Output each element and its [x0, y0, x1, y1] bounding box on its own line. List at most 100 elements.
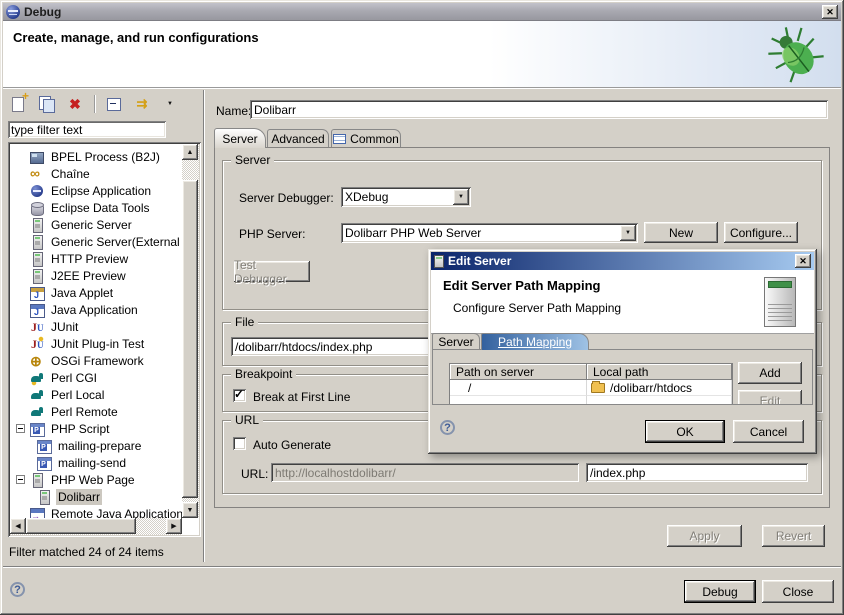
- tree-item-eclipse-data-tools[interactable]: Eclipse Data Tools: [10, 199, 182, 216]
- edit-server-dialog: Edit Server ✕ Edit Server Path Mapping C…: [428, 249, 817, 454]
- column-path-on-server[interactable]: Path on server: [450, 364, 587, 380]
- dialog-button-bar: ? OK Cancel: [431, 405, 814, 451]
- eclipse-logo-icon: [6, 5, 20, 19]
- configure-server-button[interactable]: Configure...: [724, 222, 798, 243]
- new-configuration-icon[interactable]: [8, 93, 30, 115]
- tree-vertical-scrollbar[interactable]: ▲ ▼: [182, 144, 199, 518]
- window-title: Debug: [24, 5, 61, 19]
- tree-item-j2ee-preview[interactable]: J2EE Preview: [10, 267, 182, 284]
- collapse-all-icon[interactable]: [103, 93, 125, 115]
- column-local-path[interactable]: Local path: [587, 364, 732, 380]
- scroll-right-icon[interactable]: ▶: [166, 518, 182, 534]
- dialog-close-button[interactable]: ✕: [795, 254, 811, 268]
- tree-item-generic-server-external[interactable]: Generic Server(External La: [10, 233, 182, 250]
- tree-item-perl-cgi[interactable]: Perl CGI: [10, 369, 182, 386]
- java-application-icon: [29, 302, 45, 318]
- server-debugger-combo[interactable]: XDebug ▼: [341, 187, 471, 207]
- table-row[interactable]: / /dolibarr/htdocs: [450, 380, 732, 396]
- tree-item-php-web-page[interactable]: PHP Web Page: [10, 471, 182, 488]
- header-banner: Create, manage, and run configurations: [3, 21, 841, 88]
- tree-item-http-preview[interactable]: HTTP Preview: [10, 250, 182, 267]
- tree-item-perl-local[interactable]: Perl Local: [10, 386, 182, 403]
- osgi-target-icon: [29, 353, 45, 369]
- name-label: Name:: [216, 104, 251, 118]
- edit-mapping-button[interactable]: Edit: [738, 390, 802, 405]
- auto-generate-label: Auto Generate: [253, 438, 331, 452]
- java-applet-icon: [29, 285, 45, 301]
- junit-plugin-icon: [29, 336, 45, 352]
- name-input[interactable]: [250, 100, 828, 119]
- scroll-up-icon[interactable]: ▲: [182, 144, 198, 160]
- dialog-titlebar[interactable]: Edit Server ✕: [431, 252, 814, 270]
- path-mapping-table: Path on server Local path / /dolibarr/ht…: [449, 363, 733, 405]
- tree-item-eclipse-application[interactable]: Eclipse Application: [10, 182, 182, 199]
- combo-dropdown-icon[interactable]: ▼: [620, 225, 636, 241]
- eclipse-sphere-icon: [29, 183, 45, 199]
- tree-item-php-script[interactable]: PHP Script: [10, 420, 182, 437]
- tree-horizontal-scrollbar[interactable]: ◀ ▶: [10, 518, 182, 535]
- horizontal-scroll-thumb[interactable]: [26, 518, 136, 534]
- tree-item-mailing-prepare[interactable]: mailing-prepare: [10, 437, 182, 454]
- server-icon: [29, 234, 45, 250]
- tree-item-junit[interactable]: JUnit: [10, 318, 182, 335]
- tree-item-generic-server[interactable]: Generic Server: [10, 216, 182, 233]
- scroll-left-icon[interactable]: ◀: [10, 518, 26, 534]
- add-mapping-button[interactable]: Add: [738, 362, 802, 384]
- dialog-tab-server[interactable]: Server: [432, 333, 480, 350]
- tree-item-remote-java-application[interactable]: Remote Java Application: [10, 505, 182, 518]
- test-debugger-button[interactable]: Test Debugger: [234, 261, 310, 282]
- tree-item-osgi-framework[interactable]: OSGi Framework: [10, 352, 182, 369]
- footer-separator: [3, 566, 841, 568]
- tree-item-mailing-send[interactable]: mailing-send: [10, 454, 182, 471]
- php-server-combo[interactable]: Dolibarr PHP Web Server ▼: [341, 223, 638, 243]
- tree-item-bpel-process[interactable]: BPEL Process (B2J): [10, 148, 182, 165]
- filter-input[interactable]: [8, 121, 166, 138]
- debug-configurations-window: Debug ✕ Create, manage, and run configur…: [0, 0, 844, 615]
- filter-status-text: Filter matched 24 of 24 items: [9, 545, 164, 559]
- tree-item-perl-remote[interactable]: Perl Remote: [10, 403, 182, 420]
- bpel-icon: [29, 149, 45, 165]
- collapse-expander-icon[interactable]: [16, 424, 25, 433]
- dialog-help-icon[interactable]: ?: [440, 420, 455, 435]
- tree-item-chaine[interactable]: Chaîne: [10, 165, 182, 182]
- tab-common[interactable]: Common: [331, 129, 401, 148]
- tab-advanced[interactable]: Advanced: [267, 129, 329, 148]
- common-tab-icon: [333, 134, 346, 144]
- apply-button[interactable]: Apply: [667, 525, 742, 547]
- combo-dropdown-icon[interactable]: ▼: [453, 189, 469, 205]
- auto-generate-checkbox[interactable]: [233, 437, 246, 450]
- tree-item-junit-plugin-test[interactable]: JUnit Plug-in Test: [10, 335, 182, 352]
- close-button[interactable]: Close: [762, 580, 834, 603]
- remote-java-icon: [29, 506, 45, 519]
- debug-button[interactable]: Debug: [684, 580, 756, 603]
- perl-camel-icon: [29, 404, 45, 420]
- dialog-tab-path-mapping[interactable]: Path Mapping: [481, 333, 589, 350]
- help-icon[interactable]: ?: [10, 582, 25, 597]
- break-first-line-checkbox[interactable]: [233, 389, 246, 402]
- tree-item-java-applet[interactable]: Java Applet: [10, 284, 182, 301]
- new-server-button[interactable]: New: [644, 222, 718, 243]
- php-server-label: PHP Server:: [239, 227, 305, 241]
- delete-configuration-icon[interactable]: ✖: [64, 93, 86, 115]
- tree-item-dolibarr[interactable]: Dolibarr: [10, 488, 182, 505]
- chain-icon: [29, 166, 45, 182]
- revert-button[interactable]: Revert: [762, 525, 825, 547]
- table-row-empty[interactable]: [450, 396, 732, 405]
- tab-server[interactable]: Server: [214, 128, 266, 148]
- url-path-input[interactable]: [586, 463, 808, 482]
- dialog-subheading: Configure Server Path Mapping: [453, 301, 621, 315]
- duplicate-configuration-icon[interactable]: [36, 93, 58, 115]
- vertical-scroll-thumb[interactable]: [182, 180, 198, 498]
- server-group-title: Server: [231, 153, 274, 167]
- dialog-header: Edit Server Path Mapping Configure Serve…: [431, 270, 814, 334]
- tree-item-java-application[interactable]: Java Application: [10, 301, 182, 318]
- collapse-expander-icon[interactable]: [16, 475, 25, 484]
- filter-icon[interactable]: ⇉: [131, 93, 153, 115]
- window-close-button[interactable]: ✕: [822, 5, 838, 19]
- window-titlebar[interactable]: Debug ✕: [3, 3, 841, 21]
- panel-sash[interactable]: [203, 90, 205, 562]
- toolbar-menu-arrow-icon[interactable]: ▼: [159, 93, 181, 115]
- ok-button[interactable]: OK: [645, 420, 725, 443]
- cancel-button[interactable]: Cancel: [733, 420, 804, 443]
- scroll-down-icon[interactable]: ▼: [182, 502, 198, 518]
